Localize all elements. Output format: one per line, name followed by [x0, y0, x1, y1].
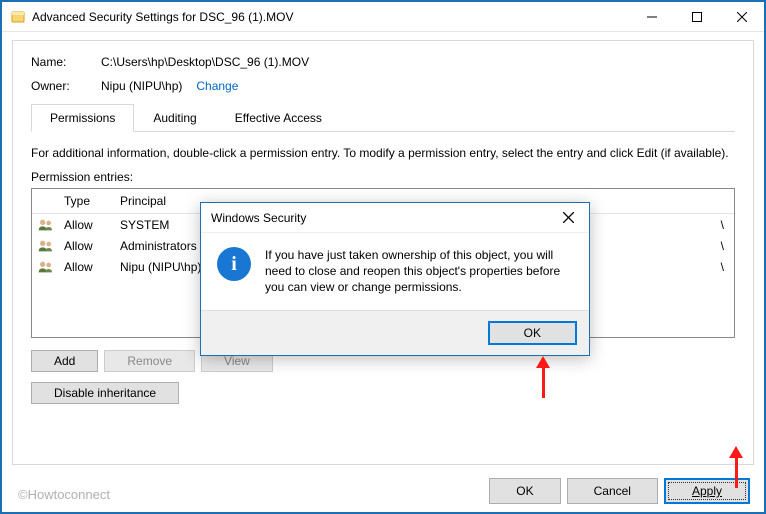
annotation-arrow-dialog-ok: [536, 356, 550, 398]
cell-trail: \: [721, 218, 724, 232]
name-value: C:\Users\hp\Desktop\DSC_96 (1).MOV: [101, 55, 309, 69]
annotation-arrow-apply: [729, 446, 743, 488]
principal-icon: [32, 218, 60, 232]
titlebar: Advanced Security Settings for DSC_96 (1…: [2, 2, 764, 32]
tab-permissions[interactable]: Permissions: [31, 104, 134, 132]
dialog-ok-button[interactable]: OK: [488, 321, 577, 345]
cell-type: Allow: [60, 218, 116, 232]
cell-type: Allow: [60, 239, 116, 253]
principal-icon: [32, 239, 60, 253]
info-text: For additional information, double-click…: [31, 146, 735, 160]
permission-entries-label: Permission entries:: [31, 170, 735, 184]
cell-type: Allow: [60, 260, 116, 274]
cell-trail: \: [721, 239, 724, 253]
remove-button: Remove: [104, 350, 195, 372]
dialog-title: Windows Security: [211, 211, 306, 225]
cell-trail: \: [721, 260, 724, 274]
minimize-button[interactable]: [629, 2, 674, 31]
principal-icon: [32, 260, 60, 274]
tab-effective-access[interactable]: Effective Access: [216, 104, 341, 132]
column-header-type[interactable]: Type: [60, 189, 116, 213]
tab-strip: Permissions Auditing Effective Access: [31, 103, 735, 132]
name-label: Name:: [31, 55, 101, 69]
app-icon: [10, 9, 26, 25]
windows-security-dialog: Windows Security i If you have just take…: [200, 202, 590, 356]
info-icon: i: [217, 247, 251, 281]
tab-auditing[interactable]: Auditing: [134, 104, 215, 132]
add-button[interactable]: Add: [31, 350, 98, 372]
watermark: ©Howtoconnect: [18, 487, 110, 502]
ok-button[interactable]: OK: [489, 478, 560, 504]
close-button[interactable]: [719, 2, 764, 31]
maximize-button[interactable]: [674, 2, 719, 31]
disable-inheritance-button[interactable]: Disable inheritance: [31, 382, 179, 404]
window-title: Advanced Security Settings for DSC_96 (1…: [32, 10, 293, 24]
dialog-message: If you have just taken ownership of this…: [265, 247, 573, 296]
cancel-button[interactable]: Cancel: [567, 478, 658, 504]
dialog-close-button[interactable]: [547, 203, 589, 232]
owner-label: Owner:: [31, 79, 101, 93]
change-owner-link[interactable]: Change: [196, 79, 238, 93]
owner-value: Nipu (NIPU\hp): [101, 79, 182, 93]
